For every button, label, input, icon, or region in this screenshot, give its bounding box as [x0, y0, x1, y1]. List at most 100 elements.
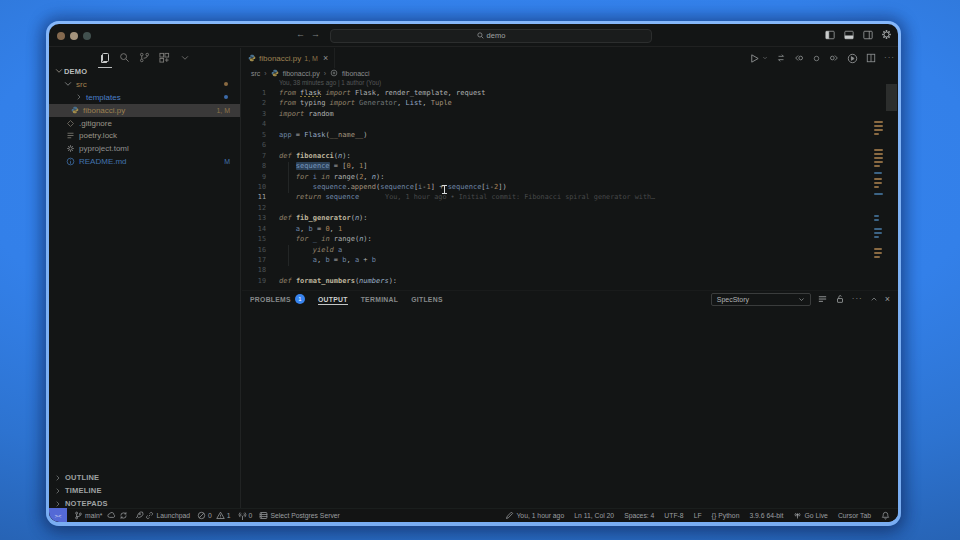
status-0[interactable]: 0 — [238, 511, 253, 520]
output-channel-select[interactable]: SpecStory — [711, 293, 811, 306]
problems-count-badge: 1 — [295, 294, 305, 304]
close-traffic-light[interactable] — [57, 32, 65, 40]
code-line-9: 9 for i in range(2, n): — [242, 172, 898, 182]
close-icon[interactable]: × — [885, 295, 890, 304]
status-sync[interactable] — [119, 511, 128, 520]
error-icon — [197, 511, 206, 520]
explorer-item--gitignore[interactable]: .gitignore — [49, 117, 240, 130]
play-icon[interactable] — [749, 53, 760, 64]
explorer-item-fibonacci-py[interactable]: fibonacci.py1, M — [49, 104, 240, 117]
python-file-icon — [248, 54, 256, 62]
gear-icon[interactable] — [881, 29, 892, 40]
zoom-traffic-light[interactable] — [83, 32, 91, 40]
code-line-18: 18 — [242, 265, 898, 275]
code-line-1: 1from flask import Flask, render_templat… — [242, 88, 898, 98]
status-rocket[interactable] — [135, 511, 144, 520]
status-lf[interactable]: LF — [694, 512, 702, 519]
status-cloud[interactable] — [107, 511, 116, 520]
explorer-item-templates[interactable]: templates — [49, 91, 240, 104]
loop-icon[interactable] — [776, 53, 786, 63]
chev-d-icon — [180, 53, 190, 63]
code-line-10: 10 sequence.append(sequence[i-1] + seque… — [242, 182, 898, 192]
status-main-[interactable]: main* — [74, 511, 102, 520]
panel-right-icon[interactable] — [862, 29, 874, 40]
status-go-live[interactable]: Go Live — [793, 511, 827, 520]
status-bar: >< main*Launchpad010Select Postgres Serv… — [49, 508, 898, 522]
nav-forward-icon[interactable]: → — [311, 30, 320, 39]
panel-tab-output[interactable]: OUTPUT — [318, 291, 348, 307]
status-you-1-hour-ago[interactable]: You, 1 hour ago — [505, 511, 564, 520]
explorer-item-readme-md[interactable]: README.mdM — [49, 155, 240, 168]
activity-scm[interactable] — [138, 51, 152, 65]
split-icon[interactable] — [866, 53, 876, 63]
code-editor[interactable]: You, 38 minutes ago | 1 author (You) 1fr… — [242, 78, 898, 290]
status-python[interactable]: {}Python — [712, 512, 740, 519]
status-bell[interactable] — [881, 511, 890, 520]
status-0[interactable]: 0 — [197, 511, 212, 520]
panel-tab-gitlens[interactable]: GITLENS — [411, 291, 443, 307]
explorer-item-pyproject-toml[interactable]: pyproject.toml — [49, 142, 240, 155]
breadcrumb[interactable]: src›fibonacci.py›fibonacci — [242, 68, 898, 78]
explorer-root[interactable]: DEMO — [49, 65, 240, 78]
chevron-right-icon — [54, 500, 62, 508]
symbol-icon — [330, 69, 338, 77]
chevron-right-icon — [54, 474, 62, 482]
panel-tab-terminal[interactable]: TERMINAL — [361, 291, 399, 307]
code-line-2: 2from typing import Generator, List, Tup… — [242, 98, 898, 108]
link-icon — [145, 511, 154, 520]
nav-back-icon[interactable]: ← — [296, 30, 305, 39]
sidebar: DEMOsrctemplatesfibonacci.py1, M.gitigno… — [49, 48, 241, 508]
unlock-icon[interactable] — [835, 294, 845, 304]
breadcrumb-fibonacci.py[interactable]: fibonacci.py — [283, 70, 320, 77]
tab-close-button[interactable]: × — [323, 53, 328, 63]
dots-icon[interactable]: ··· — [884, 54, 895, 62]
panel-left-icon[interactable] — [824, 29, 836, 40]
chev-s-icon[interactable] — [762, 55, 768, 61]
run-circle-icon[interactable] — [847, 53, 858, 64]
activity-chev-d[interactable] — [178, 51, 192, 65]
history-nav: ←→ — [296, 29, 320, 39]
panel-tab-problems[interactable]: PROBLEMS1 — [250, 291, 305, 307]
status-launchpad[interactable]: Launchpad — [145, 511, 190, 520]
panel-bottom-icon[interactable] — [843, 29, 855, 40]
status-ln-11-col-20[interactable]: Ln 11, Col 20 — [574, 512, 614, 519]
status-1[interactable]: 1 — [216, 511, 231, 520]
breadcrumb-src[interactable]: src — [251, 70, 260, 77]
dots-icon[interactable]: ··· — [852, 295, 863, 303]
code-line-4: 4 — [242, 119, 898, 129]
code-line-5: 5app = Flask(__name__) — [242, 130, 898, 140]
circle-icon[interactable] — [812, 54, 821, 63]
command-center-search[interactable]: demo — [330, 29, 652, 43]
next-change-icon[interactable] — [829, 53, 839, 63]
modified-dot — [224, 82, 228, 86]
status-cursor-tab[interactable]: Cursor Tab — [838, 512, 871, 519]
minimap[interactable] — [858, 78, 898, 290]
status-3-9-6-64-bit[interactable]: 3.9.6 64-bit — [749, 512, 783, 519]
chevron-down-icon — [798, 296, 805, 303]
files-icon — [99, 52, 111, 64]
minimize-traffic-light[interactable] — [70, 32, 78, 40]
status-select-postgres-server[interactable]: Select Postgres Server — [259, 511, 340, 520]
section-timeline[interactable]: TIMELINE — [49, 484, 240, 497]
status-spaces-4[interactable]: Spaces: 4 — [624, 512, 654, 519]
minimap-slider[interactable] — [886, 84, 897, 111]
activity-extensions[interactable] — [158, 51, 172, 65]
chevron-icon — [63, 79, 73, 89]
activity-files[interactable] — [98, 51, 112, 65]
status-utf-8[interactable]: UTF-8 — [664, 512, 683, 519]
diamond-icon — [66, 119, 75, 128]
explorer-item-src[interactable]: src — [49, 78, 240, 91]
code-line-6: 6 — [242, 140, 898, 150]
section-outline[interactable]: OUTLINE — [49, 471, 240, 484]
git-badge: M — [224, 158, 230, 165]
tab-fibonacci[interactable]: fibonacci.py 1, M × — [242, 48, 335, 68]
db-icon — [259, 511, 268, 520]
editor-tabbar: fibonacci.py 1, M × ··· — [242, 48, 898, 68]
explorer-item-poetry-lock[interactable]: poetry.lock — [49, 129, 240, 142]
chev-up-icon[interactable] — [870, 295, 878, 303]
breadcrumb-fibonacci[interactable]: fibonacci — [342, 70, 370, 77]
clear-icon[interactable] — [817, 294, 828, 305]
prev-change-icon[interactable] — [794, 53, 804, 63]
bottom-panel: PROBLEMS1 OUTPUT TERMINAL GITLENS SpecStory… — [242, 290, 898, 508]
activity-search[interactable] — [118, 51, 132, 65]
